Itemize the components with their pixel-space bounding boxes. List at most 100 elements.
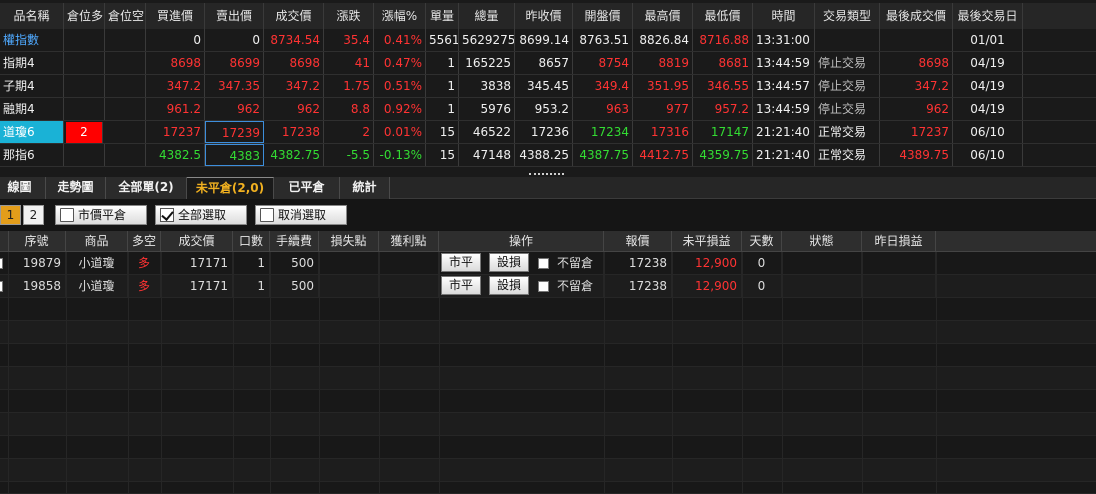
col-header-last-date[interactable]: 最後交易日 (953, 3, 1023, 29)
product-name[interactable]: 權指數 (0, 29, 64, 51)
col-header-price[interactable]: 成交價 (161, 231, 233, 251)
col-header-last[interactable]: 成交價 (264, 3, 324, 29)
col-header-pos-short[interactable]: 倉位空 (105, 3, 146, 29)
product-name[interactable]: 融期4 (0, 98, 64, 120)
col-header-side[interactable]: 多空 (128, 231, 161, 251)
loss-cell[interactable] (319, 252, 379, 274)
col-header-profit[interactable]: 獲利點 (379, 231, 439, 251)
quote-row[interactable]: 融期4 961.2 962 962 8.8 0.92% 1 5976 953.2… (0, 98, 1096, 121)
no-overnight-checkbox[interactable] (538, 258, 549, 269)
bid-cell[interactable]: 961.2 (146, 98, 205, 120)
select-all-button[interactable]: 全部選取 (155, 205, 247, 225)
loss-cell[interactable] (319, 275, 379, 297)
splitter-grip-icon[interactable] (529, 173, 564, 175)
quote-table: 品名稱 倉位多 倉位空 買進價 賣出價 成交價 漲跌 漲幅% 單量 總量 昨收價… (0, 0, 1096, 176)
col-header-change[interactable]: 漲跌 (324, 3, 374, 29)
product-name[interactable]: 子期4 (0, 75, 64, 97)
ask-cell[interactable]: 17239 (205, 121, 264, 143)
last-trade-cell: 4389.75 (880, 144, 953, 166)
last-cell: 962 (264, 98, 324, 120)
tab-trend[interactable]: 走勢圖 (46, 177, 106, 199)
total-cell: 5629275 (459, 29, 515, 51)
total-cell: 3838 (459, 75, 515, 97)
col-header-quote[interactable]: 報價 (604, 231, 672, 251)
col-header-prev[interactable]: 昨收價 (515, 3, 573, 29)
position-row[interactable]: 19879 小道瓊 多 17171 1 500 市平 設損 不留倉 17238 … (0, 252, 1096, 275)
last-date-cell: 01/01 (953, 29, 1023, 51)
time-cell: 13:44:57 (753, 75, 815, 97)
col-header-high[interactable]: 最高價 (633, 3, 693, 29)
grid-line (8, 252, 9, 494)
profit-cell[interactable] (379, 252, 439, 274)
col-header-days[interactable]: 天數 (742, 231, 782, 251)
empty-row (0, 344, 1096, 367)
col-header-time[interactable]: 時間 (753, 3, 815, 29)
col-header-fee[interactable]: 手續費 (270, 231, 319, 251)
bid-cell[interactable]: 0 (146, 29, 205, 51)
row-select-checkbox[interactable] (0, 281, 3, 292)
ask-cell[interactable]: 4383 (205, 144, 264, 166)
low-cell: 957.2 (693, 98, 753, 120)
low-cell: 8681 (693, 52, 753, 74)
col-header-loss[interactable]: 損失點 (319, 231, 379, 251)
col-header-seq[interactable]: 序號 (8, 231, 66, 251)
col-header-product[interactable]: 商品 (66, 231, 128, 251)
tab-chart[interactable]: 線圖 (0, 177, 46, 199)
tab-all-orders[interactable]: 全部單(2) (106, 177, 187, 199)
quote-row[interactable]: 子期4 347.2 347.35 347.2 1.75 0.51% 1 3838… (0, 75, 1096, 98)
yday-cell (862, 275, 936, 297)
ask-cell[interactable]: 962 (205, 98, 264, 120)
pct-cell: -0.13% (374, 144, 426, 166)
bid-cell[interactable]: 347.2 (146, 75, 205, 97)
col-header-last-trade[interactable]: 最後成交價 (880, 3, 953, 29)
ask-cell[interactable]: 8699 (205, 52, 264, 74)
tab-open-positions[interactable]: 未平倉(2,0) (187, 177, 274, 199)
col-header-low[interactable]: 最低價 (693, 3, 753, 29)
row-select-checkbox[interactable] (0, 258, 3, 269)
col-header-bid[interactable]: 買進價 (146, 3, 205, 29)
pos-short-cell (105, 144, 146, 166)
bid-cell[interactable]: 4382.5 (146, 144, 205, 166)
col-header-qty[interactable]: 口數 (233, 231, 270, 251)
ask-cell[interactable]: 347.35 (205, 75, 264, 97)
col-header-total[interactable]: 總量 (459, 3, 515, 29)
deselect-button[interactable]: 取消選取 (255, 205, 347, 225)
no-overnight-checkbox[interactable] (538, 281, 549, 292)
quote-row[interactable]: 指期4 8698 8699 8698 41 0.47% 1 165225 865… (0, 52, 1096, 75)
quote-row[interactable]: 道瓊6 2 17237 17239 17238 2 0.01% 15 46522… (0, 121, 1096, 144)
product-name[interactable]: 那指6 (0, 144, 64, 166)
market-close-row-button[interactable]: 市平 (441, 276, 481, 295)
col-header-open[interactable]: 開盤價 (573, 3, 633, 29)
ask-cell[interactable]: 0 (205, 29, 264, 51)
set-stop-loss-button[interactable]: 設損 (489, 253, 529, 272)
page-1-button[interactable]: 1 (0, 205, 21, 225)
market-close-button[interactable]: 市價平倉 (55, 205, 147, 225)
pos-long-cell[interactable]: 2 (66, 122, 103, 143)
bid-cell[interactable]: 8698 (146, 52, 205, 74)
col-header-yday[interactable]: 昨日損益 (862, 231, 936, 251)
profit-cell[interactable] (379, 275, 439, 297)
tab-closed-positions[interactable]: 已平倉 (274, 177, 340, 199)
page-2-button[interactable]: 2 (23, 205, 44, 225)
col-header-trade-type[interactable]: 交易類型 (815, 3, 880, 29)
quote-row[interactable]: 那指6 4382.5 4383 4382.75 -5.5 -0.13% 15 4… (0, 144, 1096, 167)
market-close-row-button[interactable]: 市平 (441, 253, 481, 272)
col-header-name[interactable]: 品名稱 (0, 3, 64, 29)
col-header-status[interactable]: 狀態 (782, 231, 862, 251)
change-cell: -5.5 (324, 144, 374, 166)
tab-statistics[interactable]: 統計 (340, 177, 390, 199)
col-header-vol[interactable]: 單量 (426, 3, 459, 29)
col-header-pnl[interactable]: 未平損益 (672, 231, 742, 251)
col-header-pos-long[interactable]: 倉位多 (64, 3, 105, 29)
product-name[interactable]: 道瓊6 (0, 121, 64, 143)
no-overnight-label: 不留倉 (557, 279, 594, 293)
set-stop-loss-button[interactable]: 設損 (489, 276, 529, 295)
quote-row[interactable]: 權指數 0 0 8734.54 35.4 0.41% 5561 5629275 … (0, 29, 1096, 52)
position-row[interactable]: 19858 小道瓊 多 17171 1 500 市平 設損 不留倉 17238 … (0, 275, 1096, 298)
col-header-ask[interactable]: 賣出價 (205, 3, 264, 29)
bid-cell[interactable]: 17237 (146, 121, 205, 143)
price-cell: 17171 (161, 275, 233, 297)
col-header-action[interactable]: 操作 (439, 231, 604, 251)
col-header-pct[interactable]: 漲幅% (374, 3, 426, 29)
product-name[interactable]: 指期4 (0, 52, 64, 74)
